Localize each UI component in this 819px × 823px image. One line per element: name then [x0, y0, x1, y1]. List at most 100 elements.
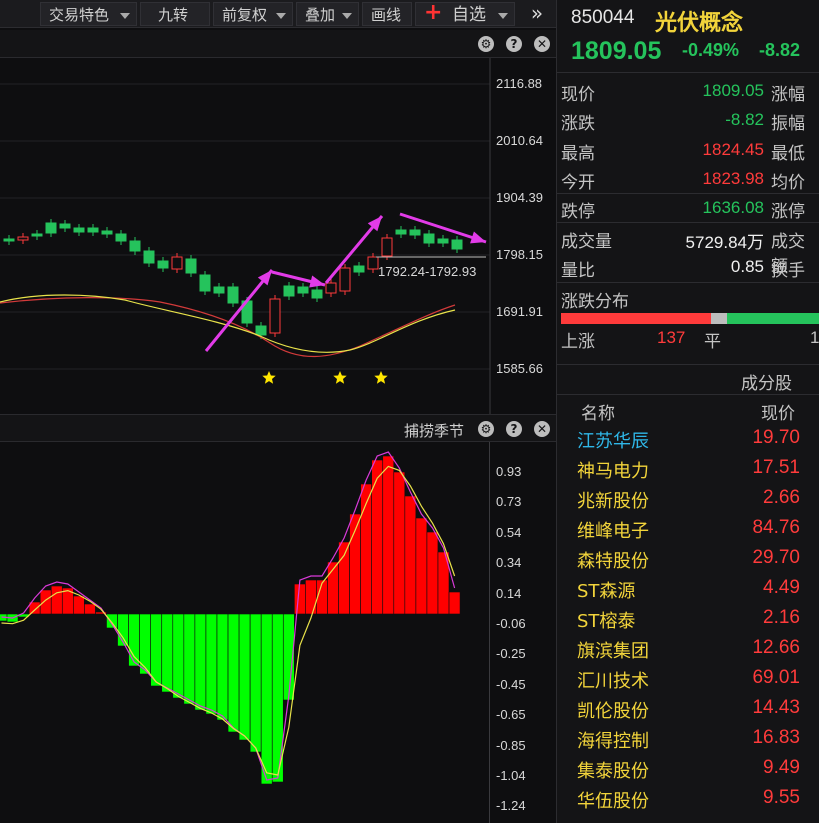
y-tick-label: 1798.15	[496, 247, 543, 262]
stock-price: 9.55	[763, 787, 800, 808]
watchlist-label: 自选	[452, 5, 486, 25]
gear-icon[interactable]: ⚙	[478, 421, 494, 437]
indicator-bar	[73, 595, 85, 615]
candle-body	[59, 223, 71, 229]
column-name-header[interactable]: 名称	[581, 399, 615, 424]
down-bar	[727, 313, 819, 324]
constituent-row[interactable]: ST榕泰 2.16	[557, 604, 819, 634]
indicator-bar	[161, 613, 174, 693]
stock-name: 神马电力	[577, 461, 649, 482]
quote-row: 成交量 5729.84万 成交额	[557, 224, 819, 277]
divider	[557, 282, 819, 283]
draw-line-button[interactable]: 画线	[362, 2, 412, 26]
plus-icon: +	[424, 0, 443, 25]
indicator-y-tick-label: 0.14	[496, 585, 522, 601]
more-icon[interactable]: »	[524, 2, 550, 26]
divider	[557, 394, 819, 395]
stock-price: 69.01	[752, 667, 800, 688]
constituent-row[interactable]: 凯伦股份 14.43	[557, 694, 819, 724]
stock-name: ST榕泰	[577, 611, 636, 632]
quote-panel: 850044 光伏概念 1809.05 -0.49% -8.82 现价 1809.…	[556, 0, 819, 823]
indicator-bar	[404, 495, 417, 615]
close-icon[interactable]: ✕	[534, 421, 550, 437]
candle-body	[423, 233, 435, 244]
constituent-row[interactable]: 兆新股份 2.66	[557, 484, 819, 514]
candle-body	[157, 260, 169, 269]
indicator-bar	[371, 459, 384, 615]
chevron-down-icon	[342, 13, 352, 19]
nine-turn-button[interactable]: 九转	[140, 2, 210, 26]
stat-label-secondary: 均价	[771, 172, 805, 193]
quote-row: 涨跌 -8.82 振幅	[557, 106, 819, 135]
main-chart-header: ⚙ ? ✕	[0, 30, 556, 58]
help-icon[interactable]: ?	[506, 421, 522, 437]
candle-body	[409, 229, 421, 236]
chart-toolbar: 交易特色 九转 前复权 叠加 画线 + 自选 »	[0, 0, 556, 28]
y-tick-label: 2116.88	[496, 76, 543, 91]
signal-stars	[262, 371, 388, 384]
constituent-row[interactable]: 江苏华辰 19.70	[557, 424, 819, 454]
indicator-y-tick-label: -1.04	[496, 768, 526, 783]
column-price-header[interactable]: 现价	[761, 399, 795, 424]
candle-body	[143, 250, 155, 264]
candle-body	[185, 258, 197, 274]
change-percent: -0.49%	[682, 40, 740, 60]
stock-price: 16.83	[752, 727, 800, 748]
constituent-row[interactable]: 旗滨集团 12.66	[557, 634, 819, 664]
candle-body	[199, 274, 211, 292]
candle-body	[395, 229, 407, 235]
indicator-bar	[393, 471, 406, 615]
stock-price: 14.43	[752, 697, 800, 718]
gear-icon[interactable]: ⚙	[478, 36, 494, 52]
constituent-row[interactable]: 神马电力 17.51	[557, 454, 819, 484]
candle-body	[171, 256, 183, 270]
constituent-row[interactable]: 森特股份 29.70	[557, 544, 819, 574]
index-code: 850044	[571, 7, 635, 28]
y-tick-label: 1585.66	[496, 361, 543, 376]
stat-label: 涨跌	[561, 114, 595, 135]
stat-label-secondary: 换手	[771, 260, 805, 281]
arrow-head	[470, 231, 486, 244]
candle-body	[3, 238, 15, 242]
indicator-bar	[106, 613, 118, 629]
overlay-dropdown[interactable]: 叠加	[296, 2, 359, 26]
stock-name: 凯伦股份	[577, 701, 649, 722]
stat-value: 1823.98	[702, 168, 764, 188]
candle-body	[255, 325, 267, 336]
constituent-row[interactable]: 维峰电子 84.76	[557, 514, 819, 544]
constituent-row[interactable]: 海得控制 16.83	[557, 724, 819, 754]
stat-label: 量比	[561, 260, 595, 281]
watchlist-dropdown[interactable]: + 自选	[415, 0, 515, 26]
candle-body	[367, 256, 379, 270]
forward-adjust-dropdown[interactable]: 前复权	[213, 2, 293, 26]
trading-features-dropdown[interactable]: 交易特色	[40, 2, 137, 26]
indicator-y-tick-label: 0.54	[496, 524, 522, 540]
current-price: 1809.05	[571, 37, 662, 65]
quote-row: 现价 1809.05 涨幅	[557, 77, 819, 106]
indicator-chart[interactable]	[0, 442, 490, 823]
trading-features-label: 交易特色	[49, 6, 110, 24]
constituent-row[interactable]: 汇川技术 69.01	[557, 664, 819, 694]
indicator-bar	[415, 517, 428, 615]
candlestick-chart[interactable]: 1792.24-1792.93	[0, 58, 556, 414]
stock-price: 9.49	[763, 757, 800, 778]
constituent-row[interactable]: ST森源 4.49	[557, 574, 819, 604]
nine-turn-label: 九转	[158, 6, 189, 24]
help-icon[interactable]: ?	[506, 36, 522, 52]
indicator-header: 捕捞季节 ⚙ ? ✕	[0, 414, 556, 442]
constituent-row[interactable]: 华伍股份 9.55	[557, 784, 819, 814]
chevron-down-icon	[120, 13, 130, 19]
stock-name: 汇川技术	[577, 671, 649, 692]
candle-body	[73, 227, 85, 233]
indicator-bar	[139, 613, 151, 675]
stock-price: 84.76	[752, 517, 800, 538]
stat-value: 5729.84万	[685, 232, 764, 252]
constituent-row[interactable]: 集泰股份 9.49	[557, 754, 819, 784]
candle-body	[87, 227, 99, 233]
stat-value: 1636.08	[702, 198, 764, 218]
distribution-title: 涨跌分布	[561, 292, 629, 312]
indicator-bar	[305, 579, 317, 615]
indicator-y-tick-label: -0.06	[496, 616, 526, 631]
candle-body	[45, 222, 57, 234]
close-icon[interactable]: ✕	[534, 36, 550, 52]
